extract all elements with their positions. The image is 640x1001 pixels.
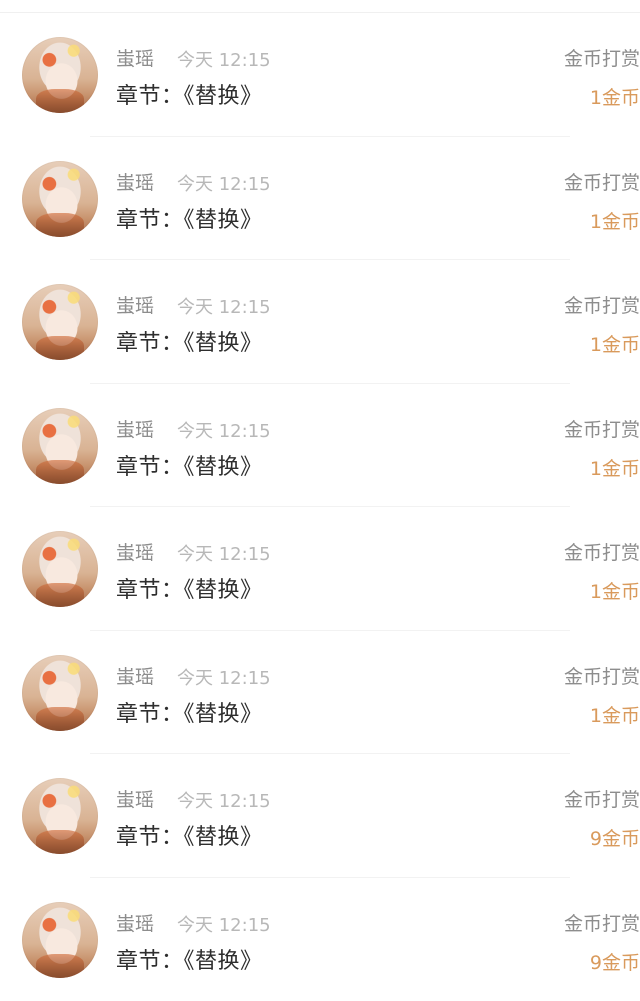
reward-amount: 1金币 xyxy=(590,454,640,481)
avatar[interactable] xyxy=(22,161,98,237)
reward-type: 金币打赏 xyxy=(564,662,640,689)
avatar[interactable] xyxy=(22,284,98,360)
reward-type: 金币打赏 xyxy=(564,291,640,318)
reward-amount: 1金币 xyxy=(590,330,640,357)
username[interactable]: 蚩瑶 xyxy=(116,44,154,71)
avatar[interactable] xyxy=(22,655,98,731)
username[interactable]: 蚩瑶 xyxy=(116,785,154,812)
reward-amount: 9金币 xyxy=(590,824,640,851)
list-item[interactable]: 蚩瑶 今天 12:15 章节：《替换》 金币打赏 1金币 xyxy=(0,137,640,261)
reward-type: 金币打赏 xyxy=(564,168,640,195)
avatar[interactable] xyxy=(22,531,98,607)
reward-amount: 1金币 xyxy=(590,577,640,604)
list-item[interactable]: 蚩瑶 今天 12:15 章节：《替换》 金币打赏 1金币 xyxy=(0,384,640,508)
chapter-title: 章节：《替换》 xyxy=(116,202,263,234)
reward-type: 金币打赏 xyxy=(564,909,640,936)
reward-type: 金币打赏 xyxy=(564,538,640,565)
timestamp: 今天 12:15 xyxy=(177,664,271,690)
avatar[interactable] xyxy=(22,902,98,978)
timestamp: 今天 12:15 xyxy=(177,540,271,566)
list-item[interactable]: 蚩瑶 今天 12:15 章节：《替换》 金币打赏 1金币 xyxy=(0,507,640,631)
username[interactable]: 蚩瑶 xyxy=(116,662,154,689)
timestamp: 今天 12:15 xyxy=(177,293,271,319)
list-item[interactable]: 蚩瑶 今天 12:15 章节：《替换》 金币打赏 9金币 xyxy=(0,878,640,1001)
list-item[interactable]: 蚩瑶 今天 12:15 章节：《替换》 金币打赏 9金币 xyxy=(0,754,640,878)
avatar[interactable] xyxy=(22,408,98,484)
reward-amount: 1金币 xyxy=(590,701,640,728)
reward-list: 蚩瑶 今天 12:15 章节：《替换》 金币打赏 1金币 蚩瑶 今天 12:15… xyxy=(0,13,640,1001)
timestamp: 今天 12:15 xyxy=(177,911,271,937)
reward-type: 金币打赏 xyxy=(564,415,640,442)
reward-amount: 1金币 xyxy=(590,83,640,110)
chapter-title: 章节：《替换》 xyxy=(116,943,263,975)
avatar[interactable] xyxy=(22,778,98,854)
username[interactable]: 蚩瑶 xyxy=(116,909,154,936)
timestamp: 今天 12:15 xyxy=(177,170,271,196)
username[interactable]: 蚩瑶 xyxy=(116,168,154,195)
chapter-title: 章节：《替换》 xyxy=(116,696,263,728)
username[interactable]: 蚩瑶 xyxy=(116,291,154,318)
reward-amount: 1金币 xyxy=(590,207,640,234)
avatar[interactable] xyxy=(22,37,98,113)
list-item[interactable]: 蚩瑶 今天 12:15 章节：《替换》 金币打赏 1金币 xyxy=(0,13,640,137)
list-item[interactable]: 蚩瑶 今天 12:15 章节：《替换》 金币打赏 1金币 xyxy=(0,260,640,384)
list-item[interactable]: 蚩瑶 今天 12:15 章节：《替换》 金币打赏 1金币 xyxy=(0,631,640,755)
reward-type: 金币打赏 xyxy=(564,44,640,71)
chapter-title: 章节：《替换》 xyxy=(116,325,263,357)
chapter-title: 章节：《替换》 xyxy=(116,819,263,851)
reward-type: 金币打赏 xyxy=(564,785,640,812)
timestamp: 今天 12:15 xyxy=(177,46,271,72)
chapter-title: 章节：《替换》 xyxy=(116,449,263,481)
username[interactable]: 蚩瑶 xyxy=(116,538,154,565)
timestamp: 今天 12:15 xyxy=(177,417,271,443)
timestamp: 今天 12:15 xyxy=(177,787,271,813)
username[interactable]: 蚩瑶 xyxy=(116,415,154,442)
chapter-title: 章节：《替换》 xyxy=(116,572,263,604)
reward-amount: 9金币 xyxy=(590,948,640,975)
chapter-title: 章节：《替换》 xyxy=(116,78,263,110)
